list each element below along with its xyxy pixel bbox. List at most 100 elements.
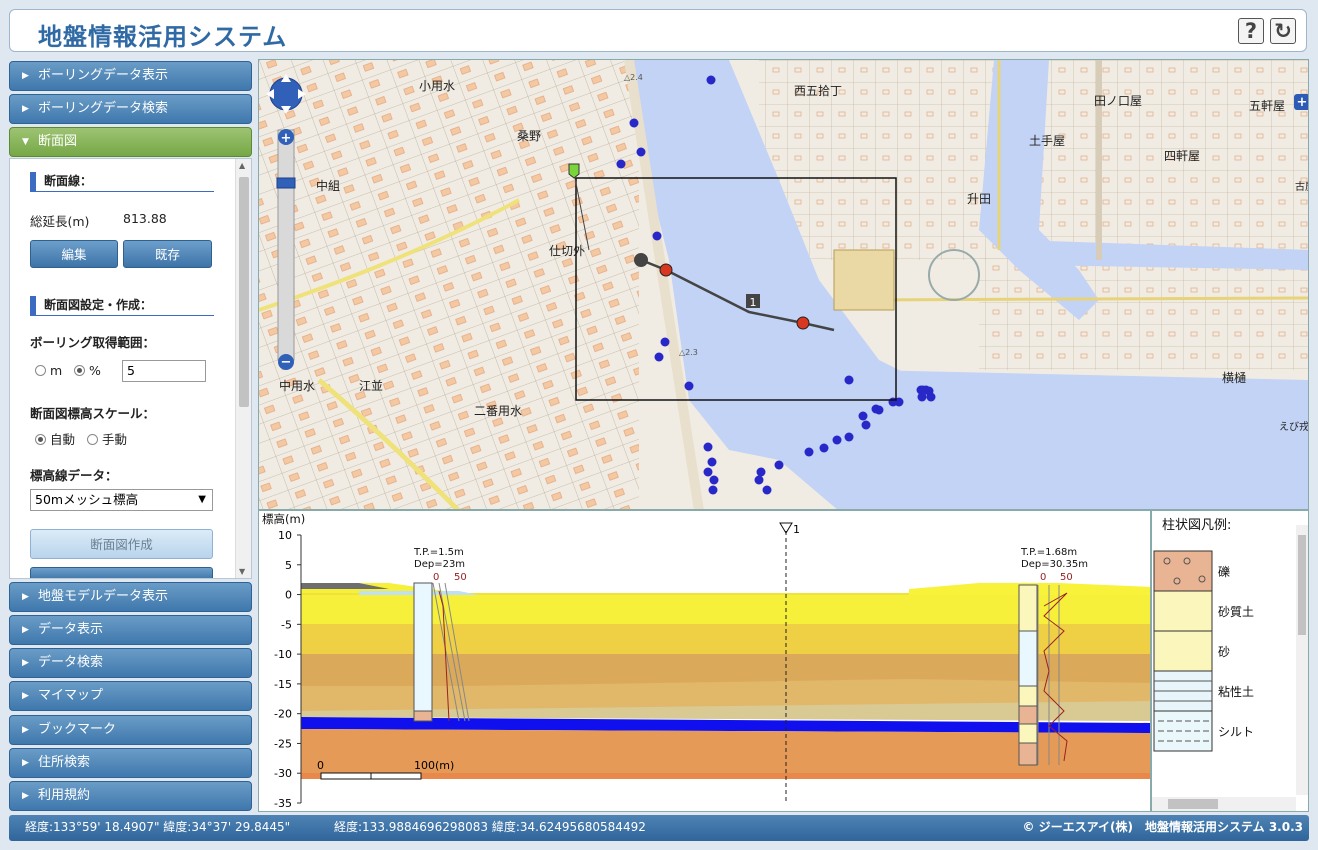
map-label-koyama: 古屋: [1295, 180, 1309, 193]
help-button[interactable]: ?: [1238, 18, 1264, 44]
coords-dec: 経度:133.9884696298083 緯度:34.6249568058449…: [334, 820, 646, 834]
auto-radio[interactable]: 自動: [35, 429, 75, 448]
scale-right: 100(m): [414, 759, 454, 772]
total-length-value: 813.88: [123, 211, 167, 226]
boring2-tp: T.P.=1.68m: [1020, 547, 1077, 558]
map-label-road-mid: △2.3: [679, 348, 698, 357]
map-label-nakayou: 中用水: [279, 378, 315, 393]
range-input[interactable]: 5: [122, 360, 206, 382]
boring2-dep: Dep=30.35m: [1021, 559, 1088, 570]
unit-m-label: m: [50, 363, 63, 378]
sidebar-item-label: ボーリングデータ表示: [38, 68, 169, 83]
panel-scrollbar[interactable]: ▲ ▼: [235, 159, 251, 578]
svg-text:−: −: [281, 355, 292, 370]
map-label-nishigoju: 西五拾丁: [794, 83, 842, 98]
chevron-down-icon: ▼: [198, 494, 206, 505]
sidebar-item-label: マイマップ: [38, 688, 104, 703]
y-tick-label: -25: [274, 737, 292, 750]
sidebar-item-label: 地盤モデルデータ表示: [38, 589, 169, 604]
y-axis-ticks: 10 5 0 -5 -10 -15 -20 -25 -30 -35: [274, 529, 301, 810]
legend-clay: 粘性土: [1218, 684, 1254, 699]
map-section-label: 1: [750, 296, 757, 309]
legend-hscroll-thumb[interactable]: [1168, 799, 1218, 809]
y-tick-label: -10: [274, 648, 292, 661]
radio-icon: [87, 434, 98, 445]
unit-m-radio[interactable]: m: [35, 363, 62, 378]
map-label-kowaimizu: 小用水: [419, 79, 455, 93]
boring1-n0: 0: [433, 572, 439, 583]
refresh-button[interactable]: ↻: [1270, 18, 1296, 44]
y-tick-label: -35: [274, 797, 292, 810]
y-tick-label: -20: [274, 708, 292, 721]
y-tick-label: -15: [274, 678, 292, 691]
create-section-button[interactable]: 断面図作成: [30, 529, 213, 559]
map-label-shoden: 升田: [967, 192, 991, 206]
sidebar-item-data-display[interactable]: ▶ データ表示: [9, 615, 252, 645]
manual-label: 手動: [102, 432, 128, 447]
copyright: © ジーエスアイ(株) 地盤情報活用システム 3.0.3: [1022, 820, 1303, 834]
total-length-label: 総延長(m): [30, 214, 90, 229]
chevron-right-icon: ▶: [22, 658, 29, 668]
radio-icon: [74, 365, 85, 376]
edit-button[interactable]: 編集: [30, 240, 118, 268]
map-label-goken: 五軒屋: [1249, 99, 1285, 113]
y-tick-label: -30: [274, 767, 292, 780]
coords-dms: 経度:133°59' 18.4907" 緯度:34°37' 29.8445": [25, 820, 291, 834]
legend-panel: 柱状図凡例: 礫 砂質土 砂 粘性土 シルト: [1151, 510, 1309, 812]
existing-button[interactable]: 既存: [123, 240, 212, 268]
chevron-right-icon: ▶: [22, 625, 29, 635]
elev-data-select[interactable]: 50mメッシュ標高 ▼: [30, 489, 213, 511]
scroll-thumb[interactable]: [239, 177, 249, 407]
map-label-kuwano: 桑野: [517, 129, 541, 143]
boring1-n50: 50: [454, 572, 467, 583]
next-button-partial[interactable]: [30, 567, 213, 578]
radio-icon: [35, 434, 46, 445]
sidebar-item-address-search[interactable]: ▶ 住所検索: [9, 748, 252, 778]
chevron-right-icon: ▶: [22, 104, 29, 114]
boring2-n50: 50: [1060, 572, 1073, 583]
radio-icon: [35, 365, 46, 376]
legend-scroll-thumb[interactable]: [1298, 535, 1306, 635]
sidebar-item-cross-section[interactable]: ▼ 断面図: [9, 127, 252, 157]
sidebar-item-label: 断面図: [38, 134, 78, 149]
sidebar-item-data-search[interactable]: ▶ データ検索: [9, 648, 252, 678]
map-label-tanoya: 田ノ口屋: [1094, 94, 1142, 108]
sidebar-item-label: 住所検索: [38, 755, 91, 770]
sidebar-item-bookmark[interactable]: ▶ ブックマーク: [9, 715, 252, 745]
map-layer-add-icon[interactable]: +: [1294, 94, 1309, 110]
sidebar-item-boring-search[interactable]: ▶ ボーリングデータ検索: [9, 94, 252, 124]
map-label-ebisu: えび戎町: [1279, 420, 1309, 433]
map-zoom-control[interactable]: + −: [276, 129, 296, 370]
scroll-down-icon[interactable]: ▼: [239, 567, 245, 576]
auto-label: 自動: [50, 432, 76, 447]
scroll-up-icon[interactable]: ▲: [239, 161, 245, 170]
chevron-right-icon: ▶: [22, 691, 29, 701]
chevron-right-icon: ▶: [22, 725, 29, 735]
map-label-yonken: 四軒屋: [1164, 149, 1200, 163]
manual-radio[interactable]: 手動: [87, 429, 127, 448]
map-canvas[interactable]: 中組 桑野 小用水 仕切外 中用水 江並 二番用水 西五拾丁 土手屋 升田 田ノ…: [259, 60, 1309, 510]
sidebar-item-boring-display[interactable]: ▶ ボーリングデータ表示: [9, 61, 252, 91]
chevron-right-icon: ▶: [22, 592, 29, 602]
boring-range-label: ボーリング取得範囲：: [30, 335, 156, 350]
svg-text:+: +: [1297, 95, 1308, 110]
map-view[interactable]: 中組 桑野 小用水 仕切外 中用水 江並 二番用水 西五拾丁 土手屋 升田 田ノ…: [258, 59, 1309, 510]
y-tick-label: 0: [285, 589, 292, 602]
section-line-heading: 断面線：: [30, 172, 214, 192]
legend-silt: シルト: [1218, 725, 1254, 739]
section-marker-label: 1: [793, 523, 800, 536]
sidebar-item-label: ボーリングデータ検索: [38, 101, 169, 116]
elev-scale-label: 断面図標高スケール：: [30, 406, 156, 421]
sidebar-item-ground-model[interactable]: ▶ 地盤モデルデータ表示: [9, 582, 252, 612]
svg-text:+: +: [281, 131, 292, 146]
sidebar-item-my-map[interactable]: ▶ マイマップ: [9, 681, 252, 711]
boring2-n0: 0: [1040, 572, 1046, 583]
map-label-kakuma: 中組: [316, 178, 340, 193]
sidebar-item-label: データ検索: [38, 655, 104, 670]
sidebar-item-terms[interactable]: ▶ 利用規約: [9, 781, 252, 811]
legend-gravel: 礫: [1218, 564, 1230, 579]
map-label-yokohi: 横樋: [1222, 370, 1246, 385]
map-label-nibanyou: 二番用水: [474, 404, 522, 418]
unit-percent-radio[interactable]: %: [74, 363, 101, 378]
chevron-down-icon: ▼: [22, 137, 29, 147]
